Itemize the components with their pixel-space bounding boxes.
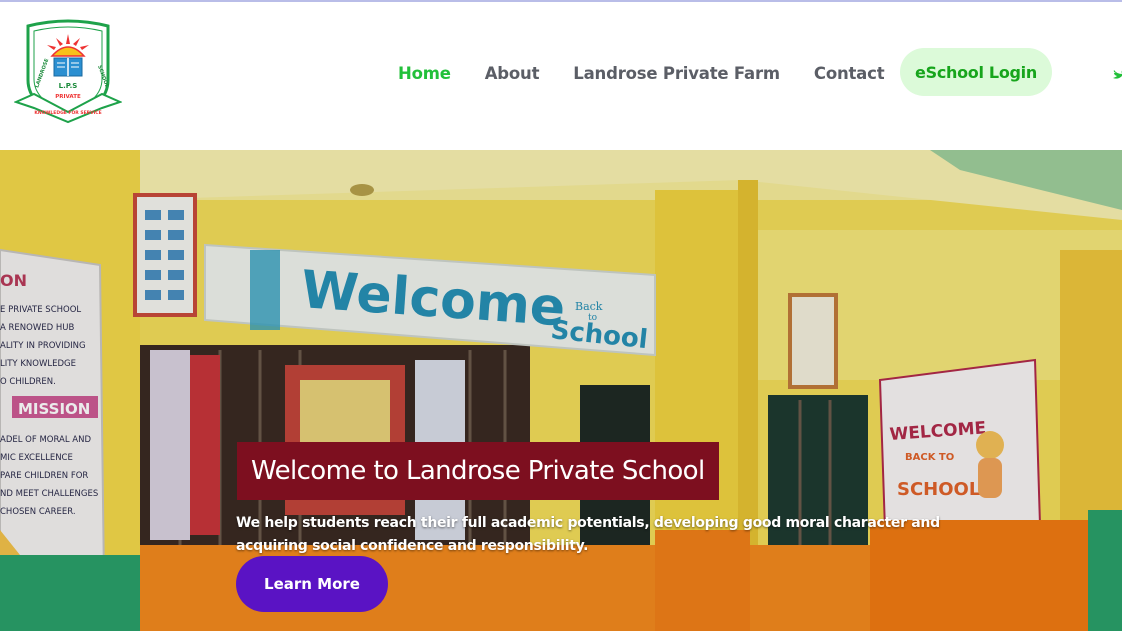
twitter-icon[interactable] bbox=[1110, 64, 1122, 84]
nav-home[interactable]: Home bbox=[398, 64, 451, 83]
hero-photo: Welcome Back to School ON E PRIVATE SCHO… bbox=[0, 150, 1122, 631]
svg-text:KNOWLEDGE FOR SERVICE: KNOWLEDGE FOR SERVICE bbox=[34, 110, 101, 116]
nav-landrose-private-farm[interactable]: Landrose Private Farm bbox=[573, 64, 780, 83]
learn-more-button[interactable]: Learn More bbox=[236, 556, 388, 612]
hero-section: Welcome Back to School ON E PRIVATE SCHO… bbox=[0, 150, 1122, 631]
nav-about[interactable]: About bbox=[485, 64, 540, 83]
hero-description: We help students reach their full academ… bbox=[236, 515, 940, 554]
nav-contact[interactable]: Contact bbox=[814, 64, 885, 83]
school-logo[interactable]: L.P.S PRIVATE LANDROSE SCHOOL KNOWLEDGE … bbox=[14, 18, 122, 126]
svg-text:L.P.S: L.P.S bbox=[59, 82, 78, 90]
main-nav: Home About Landrose Private Farm Contact bbox=[398, 60, 918, 86]
eschool-login-button[interactable]: eSchool Login bbox=[900, 48, 1052, 96]
svg-text:PRIVATE: PRIVATE bbox=[55, 94, 81, 100]
hero-title: Welcome to Landrose Private School bbox=[237, 442, 719, 500]
site-header: L.P.S PRIVATE LANDROSE SCHOOL KNOWLEDGE … bbox=[0, 2, 1122, 148]
